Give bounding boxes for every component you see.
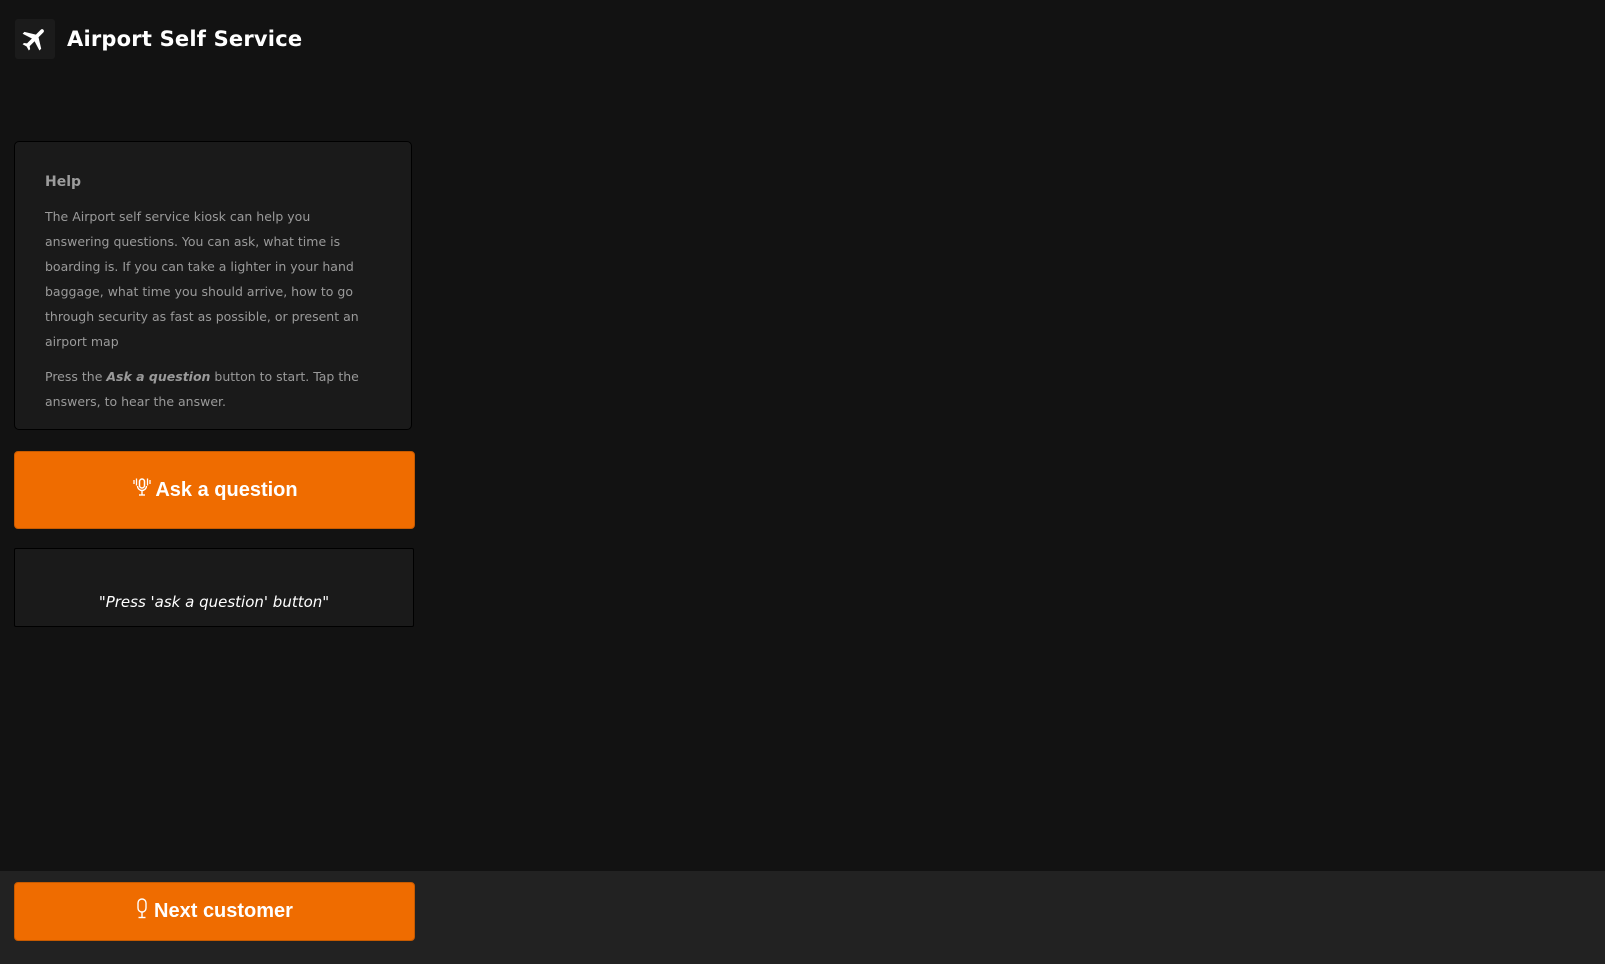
help-title: Help: [45, 174, 82, 190]
help-paragraph-2-emphasis: Ask a question: [106, 369, 211, 384]
help-paragraph-1: The Airport self service kiosk can help …: [45, 209, 359, 349]
app-header: Airport Self Service: [15, 18, 302, 60]
help-card: Help The Airport self service kiosk can …: [14, 141, 412, 430]
help-paragraph-2: Press the Ask a question button to start…: [45, 364, 377, 414]
transcript-box: "Press 'ask a question' button": [14, 548, 414, 627]
next-customer-label: Next customer: [154, 900, 293, 922]
airplane-icon: [15, 19, 55, 59]
app-title: Airport Self Service: [67, 27, 303, 51]
help-paragraph-2-prefix: Press the: [45, 369, 107, 384]
ask-question-label: Ask a question: [155, 478, 298, 501]
microphone-icon: [136, 897, 154, 926]
microphone-waves-icon: [131, 476, 155, 504]
transcript-text: "Press 'ask a question' button": [98, 593, 330, 611]
next-customer-button[interactable]: Next customer: [14, 882, 415, 941]
ask-question-button[interactable]: Ask a question: [14, 451, 415, 529]
